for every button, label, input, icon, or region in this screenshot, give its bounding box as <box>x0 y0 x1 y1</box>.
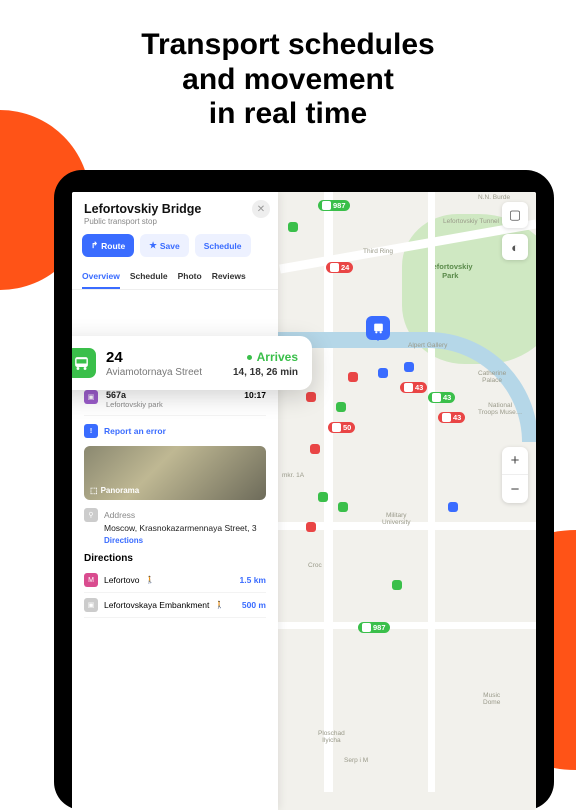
panorama-icon: ⬚ <box>90 486 98 495</box>
map-poi-label: Catherine Palace <box>478 370 506 384</box>
directions-link[interactable]: Directions <box>104 536 257 545</box>
map-poi-label: Third Ring <box>363 248 393 255</box>
bus-icon: ▣ <box>84 390 98 404</box>
map-poi-label: mkr. 1A <box>282 472 304 479</box>
map-poi-label: N.N. Burde <box>478 194 510 201</box>
vehicle-marker[interactable]: 43 <box>400 382 427 393</box>
stop-subtitle: Public transport stop <box>84 217 266 226</box>
vehicle-marker[interactable]: 50 <box>328 422 355 433</box>
report-error-link[interactable]: ! Report an error <box>84 416 266 446</box>
stop-title: Lefortovskiy Bridge <box>84 202 266 216</box>
map-poi-label: National Troops Muse… <box>478 402 522 416</box>
walk-icon: 🚶 <box>145 576 154 584</box>
app-screen: ✕ Lefortovskiy Bridge Public transport s… <box>72 192 536 810</box>
map-canvas[interactable]: Lefortovskiy Park 9872443435043987 N.N. … <box>278 192 536 810</box>
directions-heading: Directions <box>84 553 266 564</box>
vehicle-marker[interactable]: 43 <box>438 412 465 423</box>
layers-button[interactable]: ▢ <box>502 202 528 228</box>
map-poi-label: Music Dome <box>483 692 500 706</box>
direction-item[interactable]: ▣ Lefortovskaya Embankment 🚶 500 m <box>84 593 266 618</box>
map-poi-label: Lefortovskiy Tunnel <box>443 218 499 225</box>
arrival-status: Arrives <box>247 350 298 364</box>
tab-schedule[interactable]: Schedule <box>130 265 168 289</box>
side-panel: ✕ Lefortovskiy Bridge Public transport s… <box>72 192 278 810</box>
address-text: Moscow, Krasnokazarmennaya Street, 3 <box>104 523 257 533</box>
arrival-dest: Aviamotornaya Street <box>106 367 202 378</box>
map-poi-label: Croc <box>308 562 322 569</box>
metro-icon: M <box>84 573 98 587</box>
map-poi-label: Alpert Gallery <box>408 342 447 349</box>
map-poi-label: Ploschad Ilyicha <box>318 730 345 744</box>
vehicle-marker[interactable]: 24 <box>326 262 353 273</box>
schedule-button[interactable]: Schedule <box>195 234 251 257</box>
map-poi-label: Military University <box>382 512 411 526</box>
tab-reviews[interactable]: Reviews <box>212 265 246 289</box>
map-poi-label: Serp i M <box>344 757 368 764</box>
zoom-out-button[interactable]: − <box>502 475 528 503</box>
route-button[interactable]: ↱Route <box>82 234 134 257</box>
vehicle-marker[interactable]: 987 <box>318 200 350 211</box>
zoom-control: + − <box>502 447 528 503</box>
bus-icon <box>72 348 96 378</box>
arrival-times: 14, 18, 26 min <box>233 367 298 378</box>
arrival-callout: 24 Arrives Aviamotornaya Street 14, 18, … <box>72 336 312 390</box>
route-number: 24 <box>106 349 123 366</box>
tablet-frame: ✕ Lefortovskiy Bridge Public transport s… <box>54 170 554 810</box>
direction-item[interactable]: M Lefortovo 🚶 1.5 km <box>84 568 266 593</box>
info-icon: ! <box>84 424 98 438</box>
tab-photo[interactable]: Photo <box>178 265 202 289</box>
save-button[interactable]: ★Save <box>140 234 188 257</box>
pin-icon: ⚲ <box>84 508 98 522</box>
panorama-thumb[interactable]: ⬚Panorama <box>84 446 266 500</box>
compass-button[interactable]: ◐ <box>502 234 528 260</box>
hero-title: Transport schedulesand movementin real t… <box>0 0 576 150</box>
tab-overview[interactable]: Overview <box>82 265 120 289</box>
close-icon[interactable]: ✕ <box>252 200 270 218</box>
stop-pin-icon[interactable] <box>366 316 390 340</box>
vehicle-marker[interactable]: 987 <box>358 622 390 633</box>
panel-tabs: Overview Schedule Photo Reviews <box>72 265 278 290</box>
vehicle-marker[interactable]: 43 <box>428 392 455 403</box>
zoom-in-button[interactable]: + <box>502 447 528 475</box>
walk-icon: 🚶 <box>215 601 224 609</box>
stop-icon: ▣ <box>84 598 98 612</box>
